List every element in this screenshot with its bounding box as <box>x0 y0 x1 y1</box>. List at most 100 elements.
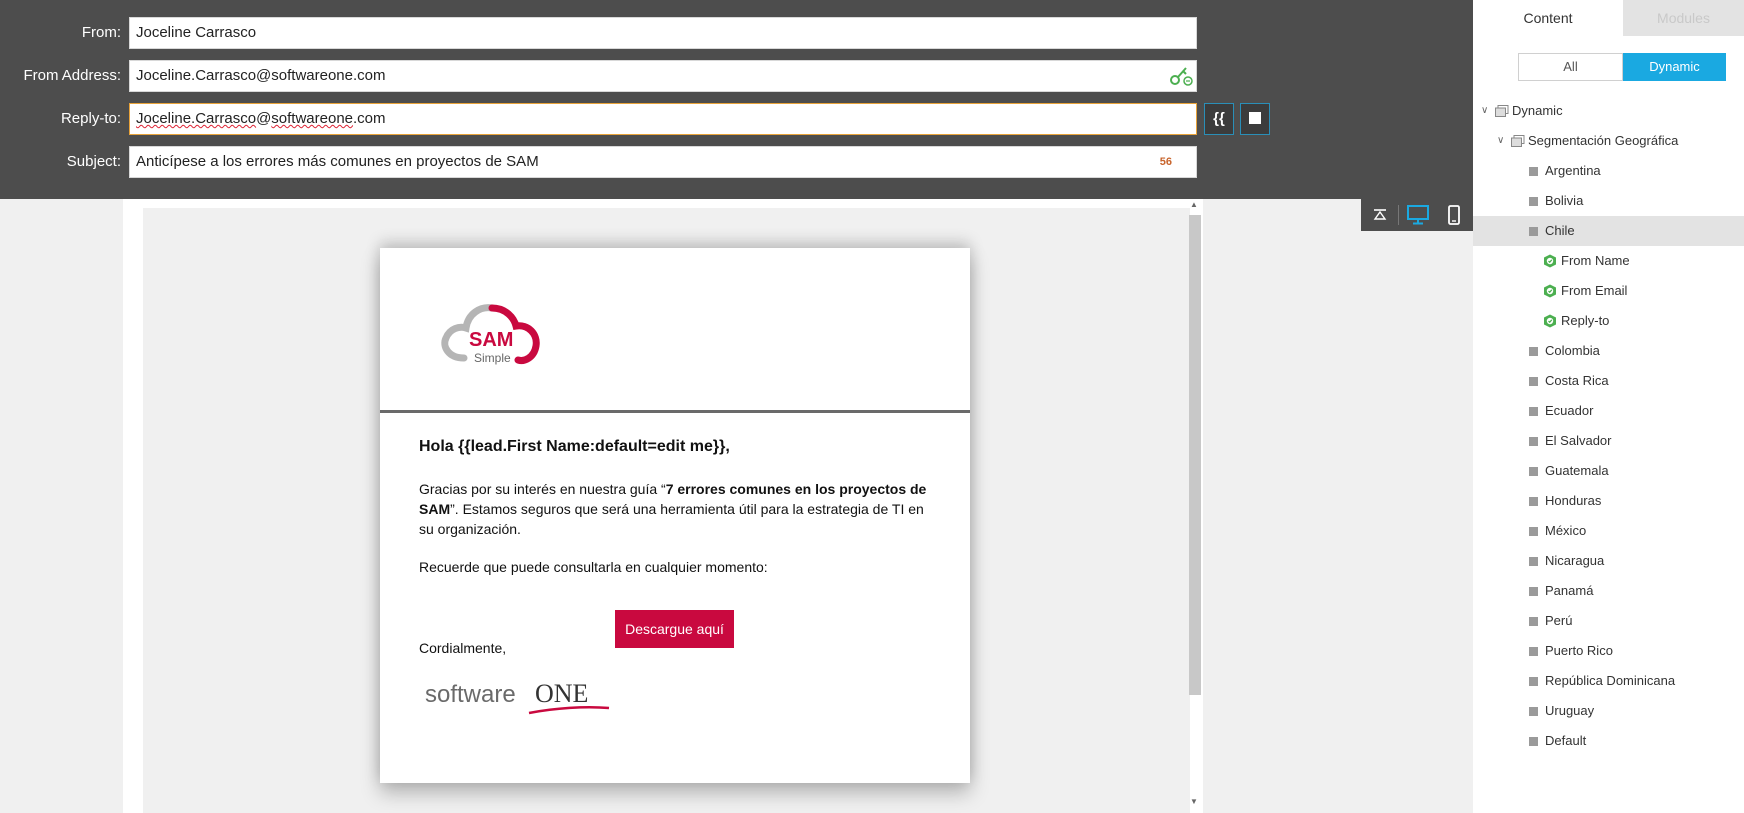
tree-label: Reply-to <box>1561 313 1610 328</box>
reply-to-field[interactable]: Joceline.Carrasco@softwareone.com <box>129 103 1197 135</box>
tree-item-guatemala[interactable]: Guatemala <box>1473 456 1744 486</box>
desktop-view-button[interactable] <box>1401 199 1435 231</box>
token-button[interactable]: {{ <box>1204 103 1234 135</box>
email-body[interactable]: SAM Simple Hola {{lead.First Name:defaul… <box>380 248 970 783</box>
tree-item-bolivia[interactable]: Bolivia <box>1473 186 1744 216</box>
intro-paragraph[interactable]: Gracias por su interés en nuestra guía “… <box>419 479 939 539</box>
greeting[interactable]: Hola {{lead.First Name:default=edit me}}… <box>419 438 730 456</box>
sam-simple-logo: SAM Simple <box>441 304 540 365</box>
tree-item-default[interactable]: Default <box>1473 726 1744 756</box>
softwareone-logo: software ONE <box>425 679 610 715</box>
tree-item-chile[interactable]: Chile <box>1473 216 1744 246</box>
panel-tabs: Content Modules <box>1473 0 1744 36</box>
filter-all-button[interactable]: All <box>1518 53 1623 81</box>
tree-label: República Dominicana <box>1545 673 1676 688</box>
tree-item-el-salvador[interactable]: El Salvador <box>1473 426 1744 456</box>
square-icon <box>1529 557 1538 566</box>
from-address-value: Joceline.Carrasco@softwareone.com <box>136 67 386 84</box>
tree-label: Panamá <box>1545 583 1594 598</box>
subject-char-counter: 56 <box>1159 156 1172 168</box>
gear-icon <box>1544 284 1556 298</box>
tree-subitem-from-email[interactable]: From Email <box>1473 276 1744 306</box>
reply-to-value-part: softwareone <box>271 110 354 127</box>
logo-text-main: SAM <box>469 329 513 351</box>
view-toolbar <box>1361 199 1473 231</box>
tree-item-mexico[interactable]: México <box>1473 516 1744 546</box>
tree-item-republica-dominicana[interactable]: República Dominicana <box>1473 666 1744 696</box>
square-icon <box>1529 497 1538 506</box>
right-panel: Content Modules All Dynamic ∨ Dynamic ∨ … <box>1473 0 1744 813</box>
from-address-field[interactable]: Joceline.Carrasco@softwareone.com <box>129 60 1197 92</box>
tree-item-peru[interactable]: Perú <box>1473 606 1744 636</box>
tree-label: El Salvador <box>1545 433 1612 448</box>
collapse-top-icon <box>1373 209 1387 220</box>
tree-label: Uruguay <box>1545 703 1595 718</box>
desktop-icon <box>1407 205 1429 225</box>
tree-label: Colombia <box>1545 343 1600 358</box>
logo-section[interactable]: SAM Simple <box>380 248 970 411</box>
subject-field[interactable]: Anticípese a los errores más comunes en … <box>129 146 1197 178</box>
tree-label: México <box>1545 523 1587 538</box>
tab-content[interactable]: Content <box>1473 0 1623 36</box>
tab-modules[interactable]: Modules <box>1623 0 1744 36</box>
from-field[interactable]: Joceline Carrasco <box>129 17 1197 49</box>
folder-icon <box>1511 135 1525 147</box>
gear-icon <box>1544 314 1556 328</box>
square-icon <box>1529 467 1538 476</box>
tree-label: From Email <box>1561 283 1628 298</box>
reminder-paragraph[interactable]: Recuerde que puede consultarla en cualqu… <box>419 559 768 575</box>
closing-text[interactable]: Cordialmente, <box>419 640 506 656</box>
stop-icon <box>1249 111 1261 124</box>
tree-label: Default <box>1545 733 1587 748</box>
filter-dynamic-button[interactable]: Dynamic <box>1623 53 1726 81</box>
tree-item-argentina[interactable]: Argentina <box>1473 156 1744 186</box>
from-label: From: <box>81 24 121 41</box>
tree-label: Ecuador <box>1545 403 1594 418</box>
tree-label: Guatemala <box>1545 463 1609 478</box>
scroll-up-arrow[interactable]: ▲ <box>1190 200 1198 209</box>
square-icon <box>1529 527 1538 536</box>
subject-row: Subject: Anticípese a los errores más co… <box>0 146 1473 178</box>
chevron-down-icon[interactable]: ∨ <box>1481 96 1488 126</box>
tree-item-ecuador[interactable]: Ecuador <box>1473 396 1744 426</box>
tree-subitem-from-name[interactable]: From Name <box>1473 246 1744 276</box>
tree-item-puerto-rico[interactable]: Puerto Rico <box>1473 636 1744 666</box>
tree-label: Argentina <box>1545 163 1601 178</box>
tree-item-nicaragua[interactable]: Nicaragua <box>1473 546 1744 576</box>
reply-to-value-part: .com <box>353 110 386 127</box>
tree-item-costa-rica[interactable]: Costa Rica <box>1473 366 1744 396</box>
tree-label: Bolivia <box>1545 193 1584 208</box>
email-editor: From: Joceline Carrasco From Address: Jo… <box>0 0 1744 813</box>
tree-item-honduras[interactable]: Honduras <box>1473 486 1744 516</box>
square-icon <box>1529 437 1538 446</box>
mobile-view-button[interactable] <box>1437 199 1471 231</box>
reply-to-value-part: @ <box>256 110 272 127</box>
square-icon <box>1529 407 1538 416</box>
square-icon <box>1529 377 1538 386</box>
stop-button[interactable] <box>1240 103 1270 135</box>
tree-label: Perú <box>1545 613 1573 628</box>
scroll-down-arrow[interactable]: ▼ <box>1190 797 1198 806</box>
tree-subitem-reply-to[interactable]: Reply-to <box>1473 306 1744 336</box>
folder-icon <box>1495 105 1509 117</box>
tree-label: Puerto Rico <box>1545 643 1613 658</box>
tree-label: From Name <box>1561 253 1630 268</box>
tree-group-segmentation[interactable]: ∨ Segmentación Geográfica <box>1473 126 1744 156</box>
tree-root-dynamic[interactable]: ∨ Dynamic <box>1473 96 1744 126</box>
key-icon[interactable] <box>1169 65 1193 87</box>
square-icon <box>1529 167 1538 176</box>
tree-item-panama[interactable]: Panamá <box>1473 576 1744 606</box>
subject-label: Subject: <box>66 153 121 170</box>
square-icon <box>1529 737 1538 746</box>
chevron-down-icon[interactable]: ∨ <box>1497 126 1504 156</box>
tree-item-uruguay[interactable]: Uruguay <box>1473 696 1744 726</box>
vertical-scrollbar[interactable] <box>1189 215 1201 695</box>
square-icon <box>1529 707 1538 716</box>
tree-item-colombia[interactable]: Colombia <box>1473 336 1744 366</box>
section-divider <box>380 410 970 413</box>
brand-logo-text: software <box>425 681 516 708</box>
collapse-top-button[interactable] <box>1363 199 1397 231</box>
square-icon <box>1529 677 1538 686</box>
square-icon <box>1529 197 1538 206</box>
download-button[interactable]: Descargue aquí <box>615 610 734 648</box>
